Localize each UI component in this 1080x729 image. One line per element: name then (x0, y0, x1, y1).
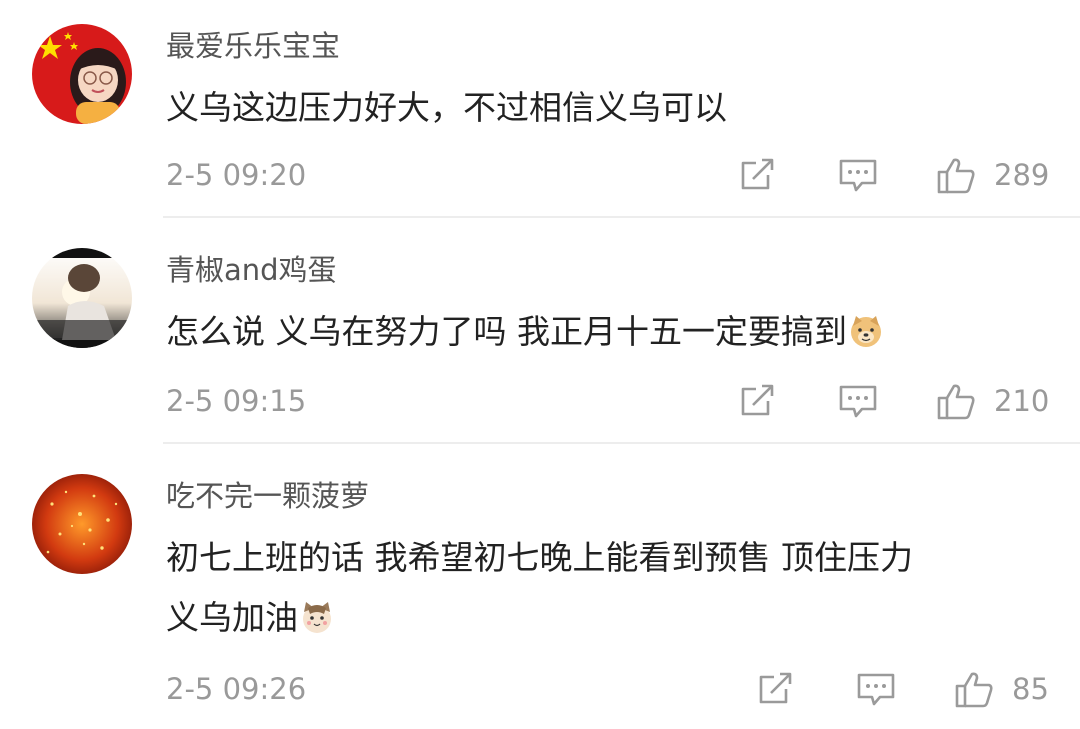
repost-button[interactable] (738, 155, 778, 195)
avatar[interactable] (32, 248, 132, 348)
comment-button[interactable] (838, 381, 878, 421)
username[interactable]: 吃不完一颗菠萝 (166, 476, 369, 516)
like-count[interactable]: 85 (1012, 669, 1049, 709)
thumbs-up-icon (937, 384, 975, 420)
comment-item: 最爱乐乐宝宝 义乌这边压力好大，不过相信义乌可以 2-5 09:20 289 (0, 0, 1080, 218)
comment-text: 义乌这边压力好大，不过相信义乌可以 (166, 88, 727, 127)
avatar[interactable] (32, 24, 132, 124)
sunset-photo-avatar-icon (32, 248, 132, 348)
repost-icon (741, 158, 774, 190)
cat-emoji-icon (303, 602, 331, 633)
comment-button[interactable] (856, 669, 896, 709)
like-button[interactable] (936, 381, 976, 421)
repost-button[interactable] (738, 381, 778, 421)
thumbs-up-icon (955, 672, 993, 708)
comment-text: 怎么说 义乌在努力了吗 我正月十五一定要搞到 (166, 302, 883, 362)
doge-emoji-icon (850, 316, 881, 347)
flag-girl-avatar-icon (32, 24, 132, 124)
comment-text-content: 怎么说 义乌在努力了吗 我正月十五一定要搞到 (166, 312, 847, 351)
timestamp: 2-5 09:20 (166, 158, 307, 192)
like-button[interactable] (936, 155, 976, 195)
repost-icon (741, 384, 774, 416)
like-count[interactable]: 289 (994, 155, 1049, 195)
thumbs-up-icon (937, 158, 975, 194)
comment-text-content: 义乌加油 (166, 598, 298, 637)
red-glitter-avatar-icon (32, 474, 132, 574)
comment-text-line2: 义乌加油 (166, 588, 334, 648)
timestamp: 2-5 09:26 (166, 672, 307, 706)
like-button[interactable] (954, 669, 994, 709)
comment-item: 吃不完一颗菠萝 初七上班的话 我希望初七晚上能看到预售 顶住压力 义乌加油 2-… (0, 444, 1080, 729)
like-count[interactable]: 210 (994, 381, 1049, 421)
comment-button[interactable] (838, 155, 878, 195)
avatar[interactable] (32, 474, 132, 574)
comment-icon (839, 159, 877, 192)
repost-icon (759, 672, 792, 704)
username[interactable]: 青椒and鸡蛋 (166, 250, 337, 290)
timestamp: 2-5 09:15 (166, 384, 307, 418)
comment-item: 青椒and鸡蛋 怎么说 义乌在努力了吗 我正月十五一定要搞到 2-5 09:15 (0, 218, 1080, 444)
comment-icon (839, 385, 877, 418)
comment-icon (857, 673, 895, 706)
comment-text-line1: 初七上班的话 我希望初七晚上能看到预售 顶住压力 (166, 538, 913, 577)
username[interactable]: 最爱乐乐宝宝 (166, 26, 340, 66)
repost-button[interactable] (756, 669, 796, 709)
